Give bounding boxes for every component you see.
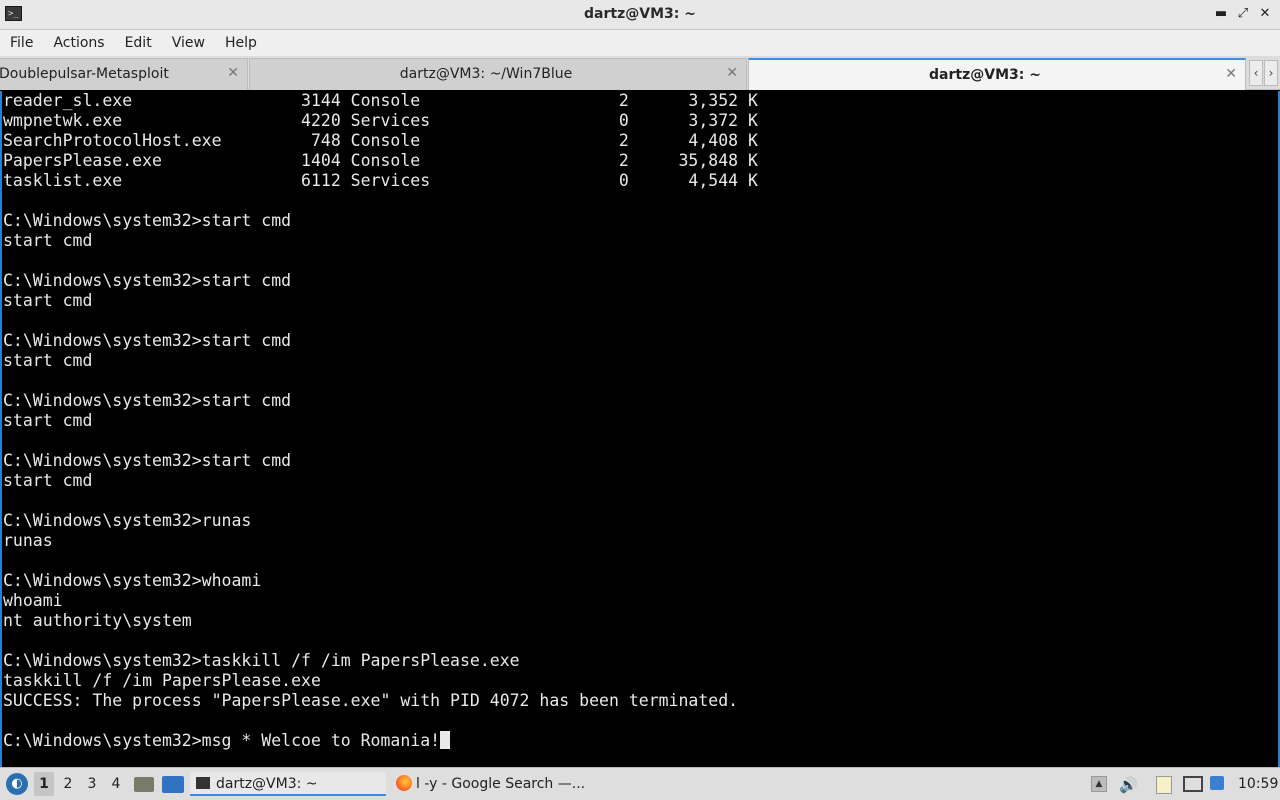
tab-label: dartz@VM3: ~ [929, 67, 1041, 83]
tab-close-icon[interactable]: ✕ [227, 65, 239, 81]
taskbar-item-label: l -y - Google Search —... [416, 776, 586, 792]
terminal-line: tasklist.exe 6112 Services 0 4,544 K [3, 171, 758, 190]
terminal-line: taskkill /f /im PapersPlease.exe [3, 671, 321, 690]
taskbar: ◐ 1 2 3 4 dartz@VM3: ~ l -y - Google Sea… [0, 767, 1280, 800]
terminal-icon [196, 777, 210, 789]
workspace-3[interactable]: 3 [82, 772, 102, 796]
terminal-line: C:\Windows\system32>taskkill /f /im Pape… [3, 651, 520, 670]
tab-scroll-right-button[interactable]: › [1264, 60, 1278, 86]
terminal-line: wmpnetwk.exe 4220 Services 0 3,372 K [3, 111, 758, 130]
menu-actions[interactable]: Actions [43, 35, 114, 51]
terminal-line: C:\Windows\system32>runas [3, 511, 252, 530]
taskbar-item-terminal[interactable]: dartz@VM3: ~ [190, 772, 386, 796]
terminal-lines: reader_sl.exe 3144 Console 2 3,352 K wmp… [3, 91, 758, 710]
terminal-line: C:\Windows\system32>whoami [3, 571, 262, 590]
workspace-2[interactable]: 2 [58, 772, 78, 796]
window-title: dartz@VM3: ~ [584, 6, 696, 22]
workspace-1[interactable]: 1 [34, 772, 54, 796]
clock[interactable]: 10:59 [1238, 772, 1278, 796]
tab-home[interactable]: dartz@VM3: ~ ✕ [748, 58, 1246, 90]
tab-scroll-left-button[interactable]: ‹ [1249, 60, 1263, 86]
tab-label: Doublepulsar-Metasploit [0, 66, 169, 82]
text-cursor [440, 731, 451, 749]
tab-bar: Doublepulsar-Metasploit ✕ dartz@VM3: ~/W… [0, 56, 1280, 90]
network-icon[interactable] [1210, 776, 1224, 790]
menu-help[interactable]: Help [215, 35, 267, 51]
terminal-line: C:\Windows\system32>start cmd [3, 451, 292, 470]
terminal-line: C:\Windows\system32>start cmd [3, 331, 292, 350]
restore-button[interactable]: ⤢ [1234, 5, 1252, 23]
tab-close-icon[interactable]: ✕ [726, 65, 738, 81]
terminal-line: SUCCESS: The process "PapersPlease.exe" … [3, 691, 739, 710]
terminal-line: start cmd [3, 471, 93, 490]
title-bar: >_ dartz@VM3: ~ ▬ ⤢ ✕ [0, 0, 1280, 30]
terminal-line: whoami [3, 591, 63, 610]
terminal-line: start cmd [3, 291, 93, 310]
file-manager-icon[interactable] [134, 777, 154, 792]
volume-icon[interactable]: 🔊 [1119, 776, 1138, 794]
terminal-line: start cmd [3, 351, 93, 370]
terminal-view[interactable]: reader_sl.exe 3144 Console 2 3,352 K wmp… [0, 91, 1280, 767]
menu-edit[interactable]: Edit [115, 35, 162, 51]
tab-label: dartz@VM3: ~/Win7Blue [399, 66, 573, 82]
tab-doublepulsar[interactable]: Doublepulsar-Metasploit ✕ [0, 58, 248, 90]
taskbar-item-firefox[interactable]: l -y - Google Search —... [392, 772, 588, 796]
terminal-line: start cmd [3, 231, 93, 250]
menu-view[interactable]: View [162, 35, 215, 51]
minimize-button[interactable]: ▬ [1212, 5, 1230, 23]
show-desktop-icon[interactable] [162, 776, 184, 793]
terminal-line: runas [3, 531, 53, 550]
firefox-icon [396, 775, 412, 791]
terminal-line: PapersPlease.exe 1404 Console 2 35,848 K [3, 151, 758, 170]
terminal-line: reader_sl.exe 3144 Console 2 3,352 K [3, 91, 758, 110]
terminal-line: start cmd [3, 411, 93, 430]
taskbar-item-label: dartz@VM3: ~ [216, 776, 318, 792]
workspace-4[interactable]: 4 [106, 772, 126, 796]
tray-arrow-icon[interactable]: ▲ [1091, 776, 1107, 792]
terminal-line: C:\Windows\system32>start cmd [3, 271, 292, 290]
terminal-line: SearchProtocolHost.exe 748 Console 2 4,4… [3, 131, 758, 150]
terminal-prompt-line: C:\Windows\system32>msg * Welcoe to Roma… [3, 731, 441, 750]
menu-file[interactable]: File [0, 35, 43, 51]
display-icon[interactable] [1183, 776, 1203, 792]
close-button[interactable]: ✕ [1256, 5, 1274, 23]
start-menu-icon[interactable]: ◐ [6, 773, 28, 795]
terminal-line: C:\Windows\system32>start cmd [3, 391, 292, 410]
terminal-line: nt authority\system [3, 611, 192, 630]
terminal-line: C:\Windows\system32>start cmd [3, 211, 292, 230]
clipboard-icon[interactable] [1156, 776, 1172, 794]
menu-bar: File Actions Edit View Help [0, 30, 1280, 56]
terminal-output: reader_sl.exe 3144 Console 2 3,352 K wmp… [3, 91, 758, 751]
tab-close-icon[interactable]: ✕ [1225, 66, 1237, 82]
tab-win7blue[interactable]: dartz@VM3: ~/Win7Blue ✕ [249, 58, 747, 90]
